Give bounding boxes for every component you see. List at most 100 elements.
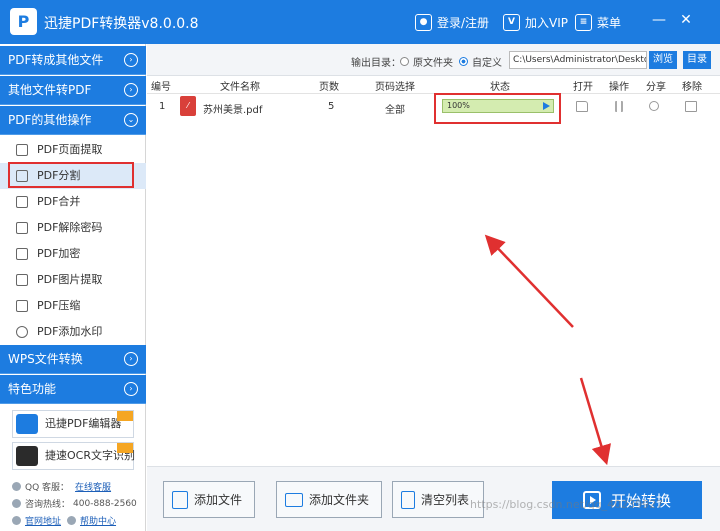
phone-icon: [12, 499, 21, 508]
row-index: 1: [159, 101, 166, 112]
sidebar-item-label: PDF图片提取: [37, 273, 103, 286]
promo-ocr[interactable]: 捷速OCR文字识别: [12, 442, 135, 470]
sidebar-item-label: PDF压缩: [37, 299, 81, 312]
col-remove: 移除: [682, 82, 702, 93]
new-badge: [117, 411, 133, 421]
chevron-right-icon: ›: [124, 382, 138, 396]
col-pages: 页数: [319, 82, 339, 93]
sidebar-item-label: PDF添加水印: [37, 325, 103, 338]
unlock-icon: [16, 222, 28, 234]
share-icon[interactable]: [649, 101, 659, 111]
open-directory-button[interactable]: 目录: [683, 51, 711, 69]
contact-links: 官网地址 帮助中心: [12, 514, 116, 527]
vip-button[interactable]: V 加入VIP: [503, 13, 568, 31]
sidebar-cat-wps[interactable]: WPS文件转换 ›: [0, 345, 146, 374]
app-logo-icon: P: [10, 8, 37, 35]
radio-label: 原文件夹: [413, 58, 453, 69]
row-range[interactable]: 全部: [385, 101, 405, 116]
sidebar-item-unlock[interactable]: PDF解除密码: [0, 215, 146, 241]
trash-icon[interactable]: [685, 101, 697, 112]
browse-button[interactable]: 浏览: [649, 51, 677, 69]
output-label: 输出目录：: [351, 58, 401, 69]
sidebar-cat-label: PDF转成其他文件: [8, 53, 104, 67]
add-folder-button[interactable]: 添加文件夹: [276, 481, 382, 518]
promo-label: 迅捷PDF编辑器: [45, 417, 122, 430]
add-file-label: 添加文件: [194, 493, 243, 507]
app-title: 迅捷PDF转换器v8.0.0.8: [44, 16, 199, 32]
minimize-button[interactable]: —: [651, 12, 667, 28]
sidebar-cat-features[interactable]: 特色功能 ›: [0, 375, 146, 404]
sidebar-item-encrypt[interactable]: PDF加密: [0, 241, 146, 267]
radio-label: 自定义: [472, 58, 502, 69]
promo-pdf-editor[interactable]: 迅捷PDF编辑器: [12, 410, 134, 438]
sidebar-item-label: PDF页面提取: [37, 143, 103, 156]
vip-label: 加入VIP: [525, 15, 568, 30]
row-filename: 苏州美景.pdf: [203, 105, 263, 116]
sidebar-item-label: PDF加密: [37, 247, 81, 260]
table-row[interactable]: 1 ⁄ 苏州美景.pdf 5 全部 100%: [147, 94, 720, 120]
col-share: 分享: [646, 82, 666, 93]
sidebar-item-label: PDF分割: [37, 169, 81, 182]
sidebar-cat-pdf-to-other[interactable]: PDF转成其他文件 ›: [0, 46, 146, 75]
output-source-radio[interactable]: 原文件夹: [400, 54, 453, 69]
login-label: 登录/注册: [437, 15, 490, 30]
col-name: 文件名称: [220, 82, 260, 93]
contact-qq: QQ 客服： 在线客服: [12, 480, 111, 493]
sidebar-item-watermark[interactable]: PDF添加水印: [0, 319, 146, 345]
ocr-logo-icon: [16, 446, 38, 466]
split-icon: [16, 170, 28, 182]
sidebar-item-page-extract[interactable]: PDF页面提取: [0, 137, 146, 163]
sidebar-item-split[interactable]: PDF分割: [0, 163, 146, 189]
chevron-right-icon: ›: [124, 352, 138, 366]
sidebar-cat-pdf-other-ops[interactable]: PDF的其他操作 ⌄: [0, 106, 146, 135]
pdf-editor-logo-icon: [16, 414, 38, 434]
help-center-link[interactable]: 帮助中心: [80, 514, 116, 527]
vip-icon: V: [503, 13, 520, 31]
qq-label: QQ 客服：: [25, 483, 70, 493]
sidebar-cat-other-to-pdf[interactable]: 其他文件转PDF ›: [0, 76, 146, 105]
output-path-input[interactable]: [509, 51, 647, 69]
phone-label: 咨询热线：: [25, 500, 71, 510]
page-extract-icon: [16, 144, 28, 156]
chevron-right-icon: ›: [124, 83, 138, 97]
sidebar-item-image-extract[interactable]: PDF图片提取: [0, 267, 146, 293]
play-icon[interactable]: [543, 102, 550, 110]
folder-add-icon: [285, 492, 303, 507]
sidebar-item-compress[interactable]: PDF压缩: [0, 293, 146, 319]
add-file-button[interactable]: 添加文件: [163, 481, 255, 518]
login-button[interactable]: ● 登录/注册: [415, 13, 489, 31]
pdf-file-icon: ⁄: [180, 96, 196, 116]
sidebar-item-merge[interactable]: PDF合并: [0, 189, 146, 215]
online-service-link[interactable]: 在线客服: [75, 480, 111, 493]
sidebar-cat-label: WPS文件转换: [8, 352, 83, 366]
merge-icon: [16, 196, 28, 208]
website-link[interactable]: 官网地址: [25, 514, 61, 527]
menu-icon: ≡: [575, 13, 592, 31]
contact-phone: 咨询热线： 400-888-2560: [12, 497, 137, 510]
folder-icon[interactable]: [576, 101, 588, 112]
col-range: 页码选择: [375, 82, 415, 93]
compress-icon: [16, 300, 28, 312]
menu-button[interactable]: ≡ 菜单: [575, 13, 621, 31]
sidebar-cat-label: 特色功能: [8, 382, 57, 396]
row-pages: 5: [328, 101, 335, 112]
close-button[interactable]: ✕: [678, 12, 694, 28]
output-bar: 输出目录： 原文件夹 自定义 浏览 目录: [147, 44, 720, 76]
main-panel: 输出目录： 原文件夹 自定义 浏览 目录 编号 文件名称 页数 页码选择 状态 …: [147, 44, 720, 531]
col-open: 打开: [573, 82, 593, 93]
sidebar: PDF转成其他文件 › 其他文件转PDF › PDF的其他操作 ⌄ PDF页面提…: [0, 44, 146, 531]
help-icon: [67, 516, 77, 525]
watermark-text: https://blog.csdn.net/qq_40239927: [470, 498, 664, 511]
status-progress-bar: 100%: [442, 99, 554, 113]
user-icon: ●: [415, 13, 432, 31]
output-custom-radio[interactable]: 自定义: [459, 54, 502, 69]
radio-icon: [400, 57, 409, 66]
add-file-icon: [172, 490, 188, 509]
sidebar-cat-label: 其他文件转PDF: [8, 83, 92, 97]
pause-icon[interactable]: [615, 101, 623, 112]
qq-icon: [12, 482, 21, 491]
menu-label: 菜单: [597, 15, 622, 30]
progress-percent: 100%: [447, 101, 470, 110]
sidebar-item-label: PDF解除密码: [37, 221, 103, 234]
phone-number: 400-888-2560: [73, 498, 137, 509]
